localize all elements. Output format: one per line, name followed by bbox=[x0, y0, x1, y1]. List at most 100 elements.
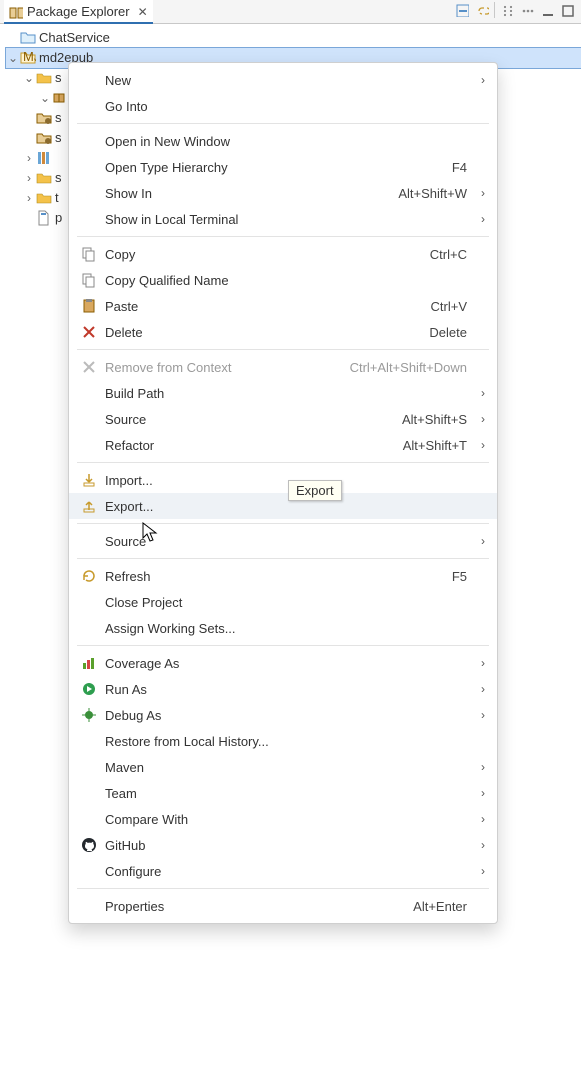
menu-item-compare-with[interactable]: Compare With› bbox=[69, 806, 497, 832]
menu-label: Run As bbox=[101, 682, 467, 697]
filter-icon[interactable] bbox=[499, 2, 515, 18]
copy-icon bbox=[77, 246, 101, 262]
twisty-icon[interactable]: ⌄ bbox=[22, 71, 36, 85]
chevron-right-icon: › bbox=[473, 864, 485, 878]
twisty-icon[interactable]: › bbox=[22, 171, 36, 185]
close-icon[interactable]: ✕ bbox=[134, 5, 148, 19]
menu-item-import[interactable]: Import... bbox=[69, 467, 497, 493]
chevron-right-icon: › bbox=[473, 656, 485, 670]
paste-icon bbox=[77, 298, 101, 314]
maximize-icon[interactable] bbox=[559, 2, 575, 18]
menu-separator bbox=[77, 523, 489, 524]
folder-src-icon bbox=[36, 130, 52, 146]
menu-item-properties[interactable]: PropertiesAlt+Enter bbox=[69, 893, 497, 919]
tree-item-label: ChatService bbox=[39, 28, 110, 48]
menu-item-source[interactable]: Source› bbox=[69, 528, 497, 554]
library-icon bbox=[36, 150, 52, 166]
import-icon bbox=[77, 472, 101, 488]
menu-item-close-project[interactable]: Close Project bbox=[69, 589, 497, 615]
package-explorer-tab[interactable]: Package Explorer ✕ bbox=[4, 0, 153, 24]
package-explorer-icon bbox=[9, 5, 23, 19]
menu-item-restore-from-local-history[interactable]: Restore from Local History... bbox=[69, 728, 497, 754]
menu-label: Maven bbox=[101, 760, 467, 775]
menu-label: GitHub bbox=[101, 838, 467, 853]
chevron-right-icon: › bbox=[473, 534, 485, 548]
menu-label: Compare With bbox=[101, 812, 467, 827]
menu-item-open-type-hierarchy[interactable]: Open Type HierarchyF4 bbox=[69, 154, 497, 180]
twisty-icon[interactable]: › bbox=[22, 151, 36, 165]
menu-label: Source bbox=[101, 412, 402, 427]
menu-label: Remove from Context bbox=[101, 360, 350, 375]
menu-item-show-in-local-terminal[interactable]: Show in Local Terminal› bbox=[69, 206, 497, 232]
menu-item-team[interactable]: Team› bbox=[69, 780, 497, 806]
menu-accelerator: Alt+Shift+T bbox=[403, 438, 473, 453]
menu-label: Assign Working Sets... bbox=[101, 621, 467, 636]
twisty-icon[interactable] bbox=[22, 131, 36, 145]
twisty-icon[interactable] bbox=[22, 111, 36, 125]
menu-accelerator: Alt+Enter bbox=[413, 899, 473, 914]
menu-label: Refresh bbox=[101, 569, 452, 584]
menu-separator bbox=[77, 236, 489, 237]
twisty-icon[interactable]: ⌄ bbox=[38, 91, 52, 105]
refresh-icon bbox=[77, 568, 101, 584]
menu-label: Debug As bbox=[101, 708, 467, 723]
menu-label: Team bbox=[101, 786, 467, 801]
chevron-right-icon: › bbox=[473, 412, 485, 426]
menu-item-assign-working-sets[interactable]: Assign Working Sets... bbox=[69, 615, 497, 641]
menu-label: Build Path bbox=[101, 386, 467, 401]
menu-item-configure[interactable]: Configure› bbox=[69, 858, 497, 884]
menu-label: Close Project bbox=[101, 595, 467, 610]
menu-label: Delete bbox=[101, 325, 429, 340]
menu-item-maven[interactable]: Maven› bbox=[69, 754, 497, 780]
menu-item-go-into[interactable]: Go Into bbox=[69, 93, 497, 119]
menu-label: Copy bbox=[101, 247, 430, 262]
tree-item-label: s bbox=[55, 128, 62, 148]
menu-label: Open in New Window bbox=[101, 134, 467, 149]
menu-item-show-in[interactable]: Show InAlt+Shift+W› bbox=[69, 180, 497, 206]
menu-item-copy-qualified-name[interactable]: Copy Qualified Name bbox=[69, 267, 497, 293]
menu-separator bbox=[77, 888, 489, 889]
menu-item-paste[interactable]: PasteCtrl+V bbox=[69, 293, 497, 319]
menu-label: Copy Qualified Name bbox=[101, 273, 467, 288]
menu-separator bbox=[77, 558, 489, 559]
menu-item-source[interactable]: SourceAlt+Shift+S› bbox=[69, 406, 497, 432]
menu-separator bbox=[77, 123, 489, 124]
view-menu-icon[interactable] bbox=[519, 2, 535, 18]
folder-pkg-icon bbox=[36, 70, 52, 86]
twisty-icon[interactable] bbox=[6, 31, 20, 45]
tree-item-label: t bbox=[55, 188, 59, 208]
twisty-icon[interactable]: ⌄ bbox=[6, 51, 20, 65]
chevron-right-icon: › bbox=[473, 186, 485, 200]
chevron-right-icon: › bbox=[473, 386, 485, 400]
menu-item-copy[interactable]: CopyCtrl+C bbox=[69, 241, 497, 267]
menu-label: Show in Local Terminal bbox=[101, 212, 467, 227]
menu-item-delete[interactable]: DeleteDelete bbox=[69, 319, 497, 345]
menu-separator bbox=[77, 645, 489, 646]
twisty-icon[interactable] bbox=[22, 211, 36, 225]
menu-accelerator: Alt+Shift+S bbox=[402, 412, 473, 427]
minimize-icon[interactable] bbox=[539, 2, 555, 18]
menu-label: Import... bbox=[101, 473, 467, 488]
coverage-icon bbox=[77, 655, 101, 671]
twisty-icon[interactable]: › bbox=[22, 191, 36, 205]
link-editor-icon[interactable] bbox=[474, 2, 490, 18]
menu-item-refresh[interactable]: RefreshF5 bbox=[69, 563, 497, 589]
collapse-all-icon[interactable] bbox=[454, 2, 470, 18]
menu-item-new[interactable]: New› bbox=[69, 67, 497, 93]
menu-item-refactor[interactable]: RefactorAlt+Shift+T› bbox=[69, 432, 497, 458]
tab-title: Package Explorer bbox=[27, 4, 130, 19]
menu-item-run-as[interactable]: Run As› bbox=[69, 676, 497, 702]
tree-item-label: s bbox=[55, 68, 62, 88]
menu-item-export[interactable]: Export... bbox=[69, 493, 497, 519]
menu-item-build-path[interactable]: Build Path › bbox=[69, 380, 497, 406]
menu-label: Open Type Hierarchy bbox=[101, 160, 452, 175]
java-project-icon bbox=[20, 50, 36, 66]
menu-item-github[interactable]: GitHub› bbox=[69, 832, 497, 858]
menu-item-coverage-as[interactable]: Coverage As› bbox=[69, 650, 497, 676]
menu-item-open-in-new-window[interactable]: Open in New Window bbox=[69, 128, 497, 154]
tree-item[interactable]: ChatService bbox=[6, 28, 581, 48]
menu-label: Paste bbox=[101, 299, 431, 314]
menu-item-debug-as[interactable]: Debug As› bbox=[69, 702, 497, 728]
folder-src-icon bbox=[36, 110, 52, 126]
tree-item-label: s bbox=[55, 108, 62, 128]
